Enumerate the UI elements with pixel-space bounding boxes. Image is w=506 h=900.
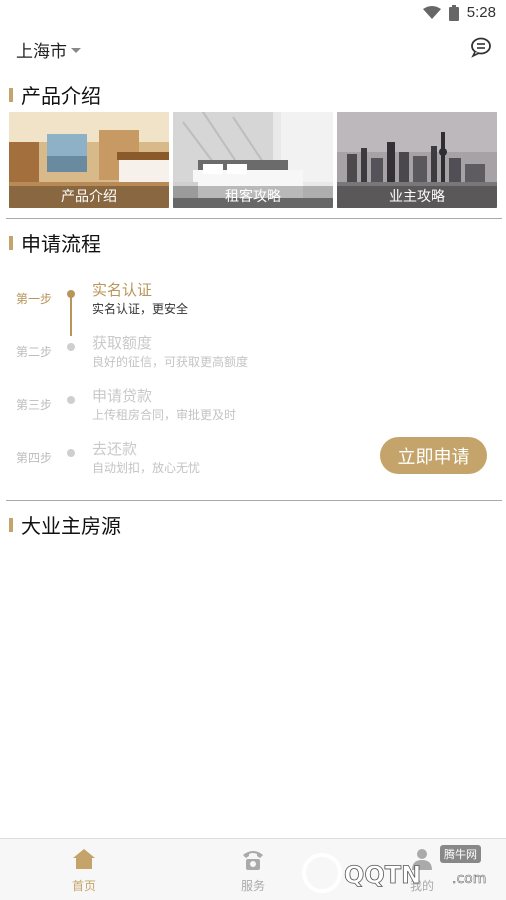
svg-text:.com: .com: [452, 871, 486, 887]
tab-label: 服务: [240, 879, 265, 893]
section-listings-title: 大业主房源: [21, 514, 121, 538]
status-icons: 5:28: [422, 4, 496, 21]
step-dot: [67, 290, 75, 298]
section-listings: 大业主房源: [9, 510, 121, 539]
step-label: 第一步: [16, 292, 53, 306]
step-desc: 实名认证，更安全: [92, 302, 189, 316]
tab-service[interactable]: 服务: [193, 839, 313, 900]
step-label: 第三步: [16, 398, 53, 412]
step-title: 获取额度: [92, 334, 153, 352]
step-3: 第三步 申请贷款 上传租房合同，审批更及时: [0, 380, 506, 430]
section-marker: [9, 87, 13, 102]
status-bar: 5:28: [0, 0, 506, 28]
product-caption: 产品介绍: [9, 186, 169, 208]
divider: [6, 500, 502, 501]
watermark: QQTN .com 腾牛网: [300, 845, 500, 897]
message-icon[interactable]: [470, 36, 492, 58]
step-title: 实名认证: [92, 281, 153, 299]
step-desc: 自动划扣，放心无忧: [92, 461, 201, 475]
city-label: 上海市: [16, 42, 67, 62]
step-dot: [67, 396, 75, 404]
section-products: 产品介绍: [9, 80, 101, 109]
home-icon: [73, 849, 95, 869]
step-1: 第一步 实名认证 实名认证，更安全: [0, 274, 506, 324]
phone-icon: [243, 851, 263, 870]
header: 上海市: [0, 30, 506, 66]
svg-text:QQTN: QQTN: [344, 861, 421, 889]
product-caption: 租客攻略: [173, 186, 333, 208]
step-desc: 上传租房合同，审批更及时: [92, 408, 237, 422]
battery-icon: [448, 4, 459, 21]
step-2: 第二步 获取额度 良好的征信，可获取更高额度: [0, 327, 506, 377]
step-desc: 良好的征信，可获取更高额度: [92, 355, 249, 369]
watermark-text: 腾牛网: [440, 845, 481, 863]
tab-label: 首页: [71, 879, 96, 893]
caret-down-icon: [71, 48, 81, 53]
apply-now-button[interactable]: 立即申请: [380, 437, 487, 474]
status-time: 5:28: [466, 4, 496, 21]
step-dot: [67, 343, 75, 351]
step-title: 申请贷款: [92, 387, 153, 405]
product-card-owner[interactable]: 业主攻略: [337, 112, 497, 208]
section-process-title: 申请流程: [21, 232, 101, 256]
tab-home[interactable]: 首页: [24, 839, 144, 900]
section-products-title: 产品介绍: [21, 84, 101, 108]
product-card-intro[interactable]: 产品介绍: [9, 112, 169, 208]
product-card-tenant[interactable]: 租客攻略: [173, 112, 333, 208]
step-dot: [67, 449, 75, 457]
city-selector[interactable]: 上海市: [16, 37, 81, 62]
section-marker: [9, 517, 13, 532]
product-caption: 业主攻略: [337, 186, 497, 208]
step-label: 第四步: [16, 451, 53, 465]
section-process: 申请流程: [9, 228, 101, 257]
product-row: 产品介绍 租客攻略 业主攻略: [9, 112, 498, 208]
wifi-icon: [422, 5, 441, 19]
divider: [6, 218, 502, 219]
step-label: 第二步: [16, 345, 53, 359]
step-title: 去还款: [92, 440, 138, 458]
section-marker: [9, 235, 13, 250]
